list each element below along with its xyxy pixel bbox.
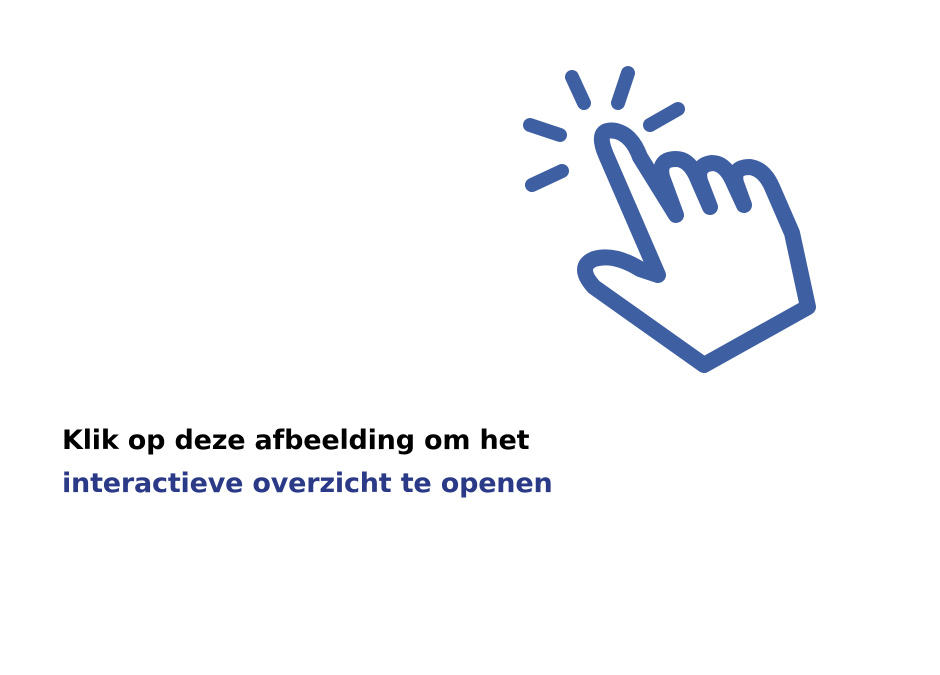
hand-outline xyxy=(577,122,816,373)
caption-line-2: interactieve overzicht te openen xyxy=(62,468,553,499)
caption: Klik op deze afbeelding om het interacti… xyxy=(62,419,822,505)
burst-line-right xyxy=(643,102,685,132)
burst-line-left xyxy=(523,118,567,142)
click-hand-icon xyxy=(523,66,816,373)
clickable-image[interactable]: Klik op deze afbeelding om het interacti… xyxy=(0,0,940,675)
burst-line-top-left xyxy=(565,70,591,110)
caption-line-1: Klik op deze afbeelding om het xyxy=(62,425,530,456)
burst-line-bottom-left xyxy=(525,164,569,192)
burst-line-top xyxy=(611,66,635,110)
